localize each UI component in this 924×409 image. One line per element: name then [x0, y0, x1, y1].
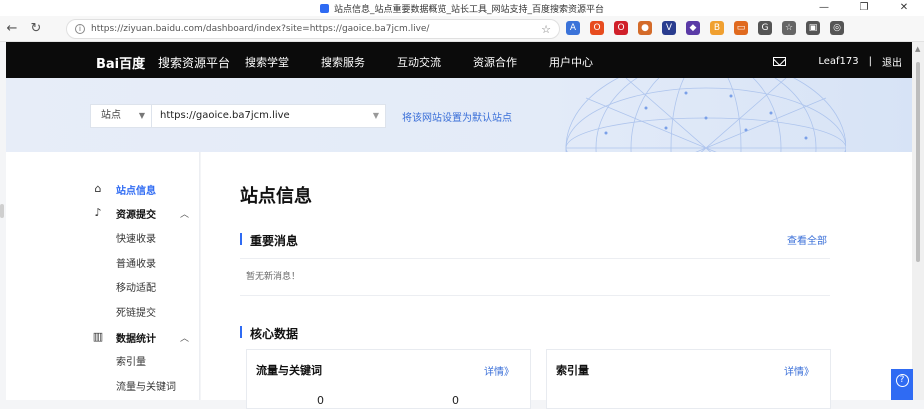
baidu-favicon-icon — [319, 3, 329, 13]
mail-icon[interactable] — [773, 57, 787, 66]
site-header: Bai百度 搜索资源平台 搜索学堂 搜索服务 互动交流 资源合作 用户中心 Le… — [6, 42, 912, 78]
site-type-select[interactable]: 站点 ▼ — [90, 104, 152, 128]
extension-icon[interactable]: ◎ — [830, 21, 844, 35]
username[interactable]: Leaf173 — [818, 56, 858, 67]
baidu-logo[interactable]: Bai百度 — [96, 53, 145, 72]
extension-icon[interactable]: G — [758, 21, 772, 35]
view-all-link[interactable]: 查看全部 — [787, 232, 827, 247]
header-user-area: Leaf173 | 退出 — [773, 54, 902, 69]
traffic-keywords-card: 流量与关键词 详情》 0 0 — [246, 349, 531, 409]
extension-icon[interactable]: ◆ — [686, 21, 700, 35]
page-title: 站点信息 — [240, 186, 312, 207]
sidebar-item-label: 流量与关键词 — [116, 381, 176, 393]
page-scrollbar[interactable]: ▲ — [912, 42, 924, 400]
sidebar-item-label: 快速收录 — [116, 233, 156, 245]
window-title: 站点信息_站点重要数据概览_站长工具_网站支持_百度搜索资源平台 — [333, 4, 604, 15]
home-icon: ⌂ — [94, 182, 102, 195]
card-title: 流量与关键词 — [256, 364, 322, 377]
empty-message: 暂无新消息！ — [246, 272, 301, 282]
scrollbar-thumb[interactable] — [916, 62, 920, 262]
main-content: 站点信息 重要消息 查看全部 暂无新消息！ 核心数据 流量与关键词 详情》 0 … — [201, 152, 912, 409]
main-nav: 搜索学堂 搜索服务 互动交流 资源合作 用户中心 — [245, 54, 625, 70]
site-type-value: 站点 — [101, 110, 121, 121]
side-panel-handle[interactable] — [0, 204, 4, 218]
extension-icon[interactable]: ● — [638, 21, 652, 35]
window-title-bar: 站点信息_站点重要数据概览_站长工具_网站支持_百度搜索资源平台 — ❐ ✕ — [0, 0, 924, 16]
index-count-card: 索引量 详情》 — [546, 349, 831, 409]
extension-icon[interactable]: ▭ — [734, 21, 748, 35]
extension-icon[interactable]: O — [590, 21, 604, 35]
extension-icon[interactable]: ☆ — [782, 21, 796, 35]
nav-item-services[interactable]: 搜索服务 — [321, 54, 365, 70]
chevron-up-icon[interactable]: ︿ — [180, 331, 189, 344]
refresh-button[interactable]: ↻ — [24, 21, 48, 36]
help-button[interactable]: ? — [891, 369, 913, 400]
nav-item-school[interactable]: 搜索学堂 — [245, 54, 289, 70]
restore-button[interactable]: ❐ — [844, 0, 884, 16]
extension-icon[interactable]: B — [710, 21, 724, 35]
extension-icon[interactable]: V — [662, 21, 676, 35]
logo-bai-text: Bai — [96, 57, 120, 72]
card-value: 0 — [317, 394, 324, 407]
sidebar-item-label: 普通收录 — [116, 258, 156, 270]
site-banner: 站点 ▼ https://gaoice.ba7jcm.live ▼ 将该网站设置… — [6, 78, 912, 152]
sidebar-item-label: 资源提交 — [116, 209, 156, 221]
nav-item-user-center[interactable]: 用户中心 — [549, 54, 593, 70]
browser-toolbar: ← ↻ i https://ziyuan.baidu.com/dashboard… — [0, 16, 924, 42]
globe-decoration-icon — [565, 78, 846, 152]
card-detail-link[interactable]: 详情》 — [484, 363, 514, 378]
nav-item-community[interactable]: 互动交流 — [397, 54, 441, 70]
close-button[interactable]: ✕ — [884, 0, 924, 16]
card-value: 0 — [452, 394, 459, 407]
extension-toolbar: A O O ● V ◆ B ▭ G ☆ ▣ ◎ — [566, 21, 844, 35]
card-title: 索引量 — [556, 364, 589, 377]
favorite-star-icon[interactable]: ☆ — [541, 23, 551, 36]
chevron-up-icon[interactable]: ︿ — [180, 207, 189, 220]
question-icon: ? — [895, 374, 909, 387]
sidebar: ⌂ 站点信息 ♪ 资源提交 ︿ 快速收录 普通收录 移动适配 死链提交 ▥ 数据… — [6, 152, 200, 400]
submit-icon: ♪ — [94, 206, 102, 219]
card-detail-link[interactable]: 详情》 — [784, 363, 814, 378]
window-controls: — ❐ ✕ — [804, 0, 924, 16]
important-messages-title: 重要消息 — [240, 232, 298, 249]
nav-item-cooperation[interactable]: 资源合作 — [473, 54, 517, 70]
sidebar-item-label: 移动适配 — [116, 282, 156, 294]
set-default-site-link[interactable]: 将该网站设置为默认站点 — [402, 109, 512, 124]
sidebar-item-label: 索引量 — [116, 356, 146, 368]
chevron-down-icon: ▼ — [138, 111, 145, 120]
logo-du-text: 百度 — [119, 57, 146, 72]
logout-link[interactable]: 退出 — [882, 54, 902, 69]
extension-icon[interactable]: A — [566, 21, 580, 35]
stats-icon: ▥ — [92, 330, 104, 343]
core-data-title: 核心数据 — [240, 325, 298, 342]
sidebar-item-label: 站点信息 — [116, 185, 156, 197]
site-url-select[interactable]: https://gaoice.ba7jcm.live ▼ — [151, 104, 386, 128]
scroll-up-icon[interactable]: ▲ — [915, 45, 920, 53]
messages-list: 暂无新消息！ — [240, 258, 830, 296]
platform-name[interactable]: 搜索资源平台 — [158, 54, 230, 71]
back-button[interactable]: ← — [0, 21, 24, 36]
site-info-icon[interactable]: i — [75, 24, 85, 34]
minimize-button[interactable]: — — [804, 0, 844, 16]
extension-icon[interactable]: ▣ — [806, 21, 820, 35]
chevron-down-icon: ▼ — [372, 111, 379, 120]
sidebar-item-label: 死链提交 — [116, 307, 156, 319]
extension-icon[interactable]: O — [614, 21, 628, 35]
sidebar-item-label: 数据统计 — [116, 333, 156, 345]
address-bar[interactable]: i https://ziyuan.baidu.com/dashboard/ind… — [66, 19, 560, 39]
header-separator: | — [868, 56, 872, 67]
site-url-value: https://gaoice.ba7jcm.live — [160, 110, 290, 121]
url-text: https://ziyuan.baidu.com/dashboard/index… — [91, 24, 430, 34]
